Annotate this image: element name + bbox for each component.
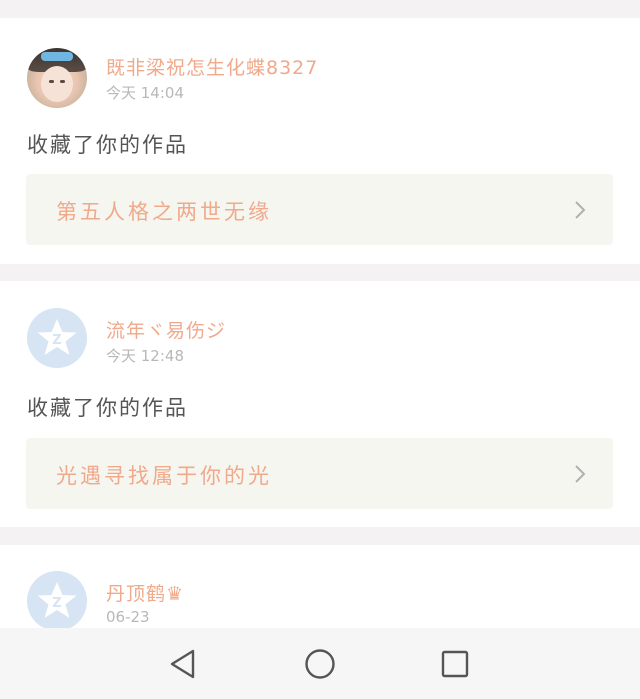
avatar-eye xyxy=(49,80,54,83)
triangle-back-icon[interactable] xyxy=(166,647,200,681)
user-name[interactable]: 丹顶鹤♛ xyxy=(106,579,184,606)
z-star-icon: Z xyxy=(37,582,77,618)
work-link[interactable]: 第五人格之两世无缘 xyxy=(26,174,613,245)
work-title: 光遇寻找属于你的光 xyxy=(56,464,272,488)
notification-card: Z 流年ヾ易伤ジ 今天 12:48 收藏了你的作品 光遇寻找属于你的光 xyxy=(0,281,640,527)
square-recents-icon[interactable] xyxy=(438,647,472,681)
notification-screen: 既非梁祝怎生化蝶8327 今天 14:04 收藏了你的作品 第五人格之两世无缘 … xyxy=(0,0,640,699)
user-name[interactable]: 既非梁祝怎生化蝶8327 xyxy=(106,53,318,80)
svg-text:Z: Z xyxy=(52,333,61,348)
avatar-face xyxy=(41,66,73,102)
svg-text:Z: Z xyxy=(52,596,61,611)
default-avatar[interactable]: Z xyxy=(27,571,87,631)
notification-time: 今天 14:04 xyxy=(106,84,184,102)
user-avatar[interactable] xyxy=(27,48,87,108)
work-link[interactable]: 光遇寻找属于你的光 xyxy=(26,438,613,509)
chevron-right-icon xyxy=(575,201,586,219)
circle-home-icon[interactable] xyxy=(303,647,337,681)
system-navigation-bar xyxy=(0,628,640,699)
action-text: 收藏了你的作品 xyxy=(27,396,188,420)
user-name[interactable]: 流年ヾ易伤ジ xyxy=(106,316,226,343)
notification-time: 06-23 xyxy=(106,608,150,626)
action-text: 收藏了你的作品 xyxy=(27,133,188,157)
notification-time: 今天 12:48 xyxy=(106,347,184,365)
z-star-icon: Z xyxy=(37,319,77,355)
chevron-right-icon xyxy=(575,465,586,483)
default-avatar[interactable]: Z xyxy=(27,308,87,368)
avatar-badge xyxy=(41,52,73,61)
avatar-eye xyxy=(60,80,65,83)
work-title: 第五人格之两世无缘 xyxy=(56,200,272,224)
notification-card: 既非梁祝怎生化蝶8327 今天 14:04 收藏了你的作品 第五人格之两世无缘 xyxy=(0,18,640,264)
